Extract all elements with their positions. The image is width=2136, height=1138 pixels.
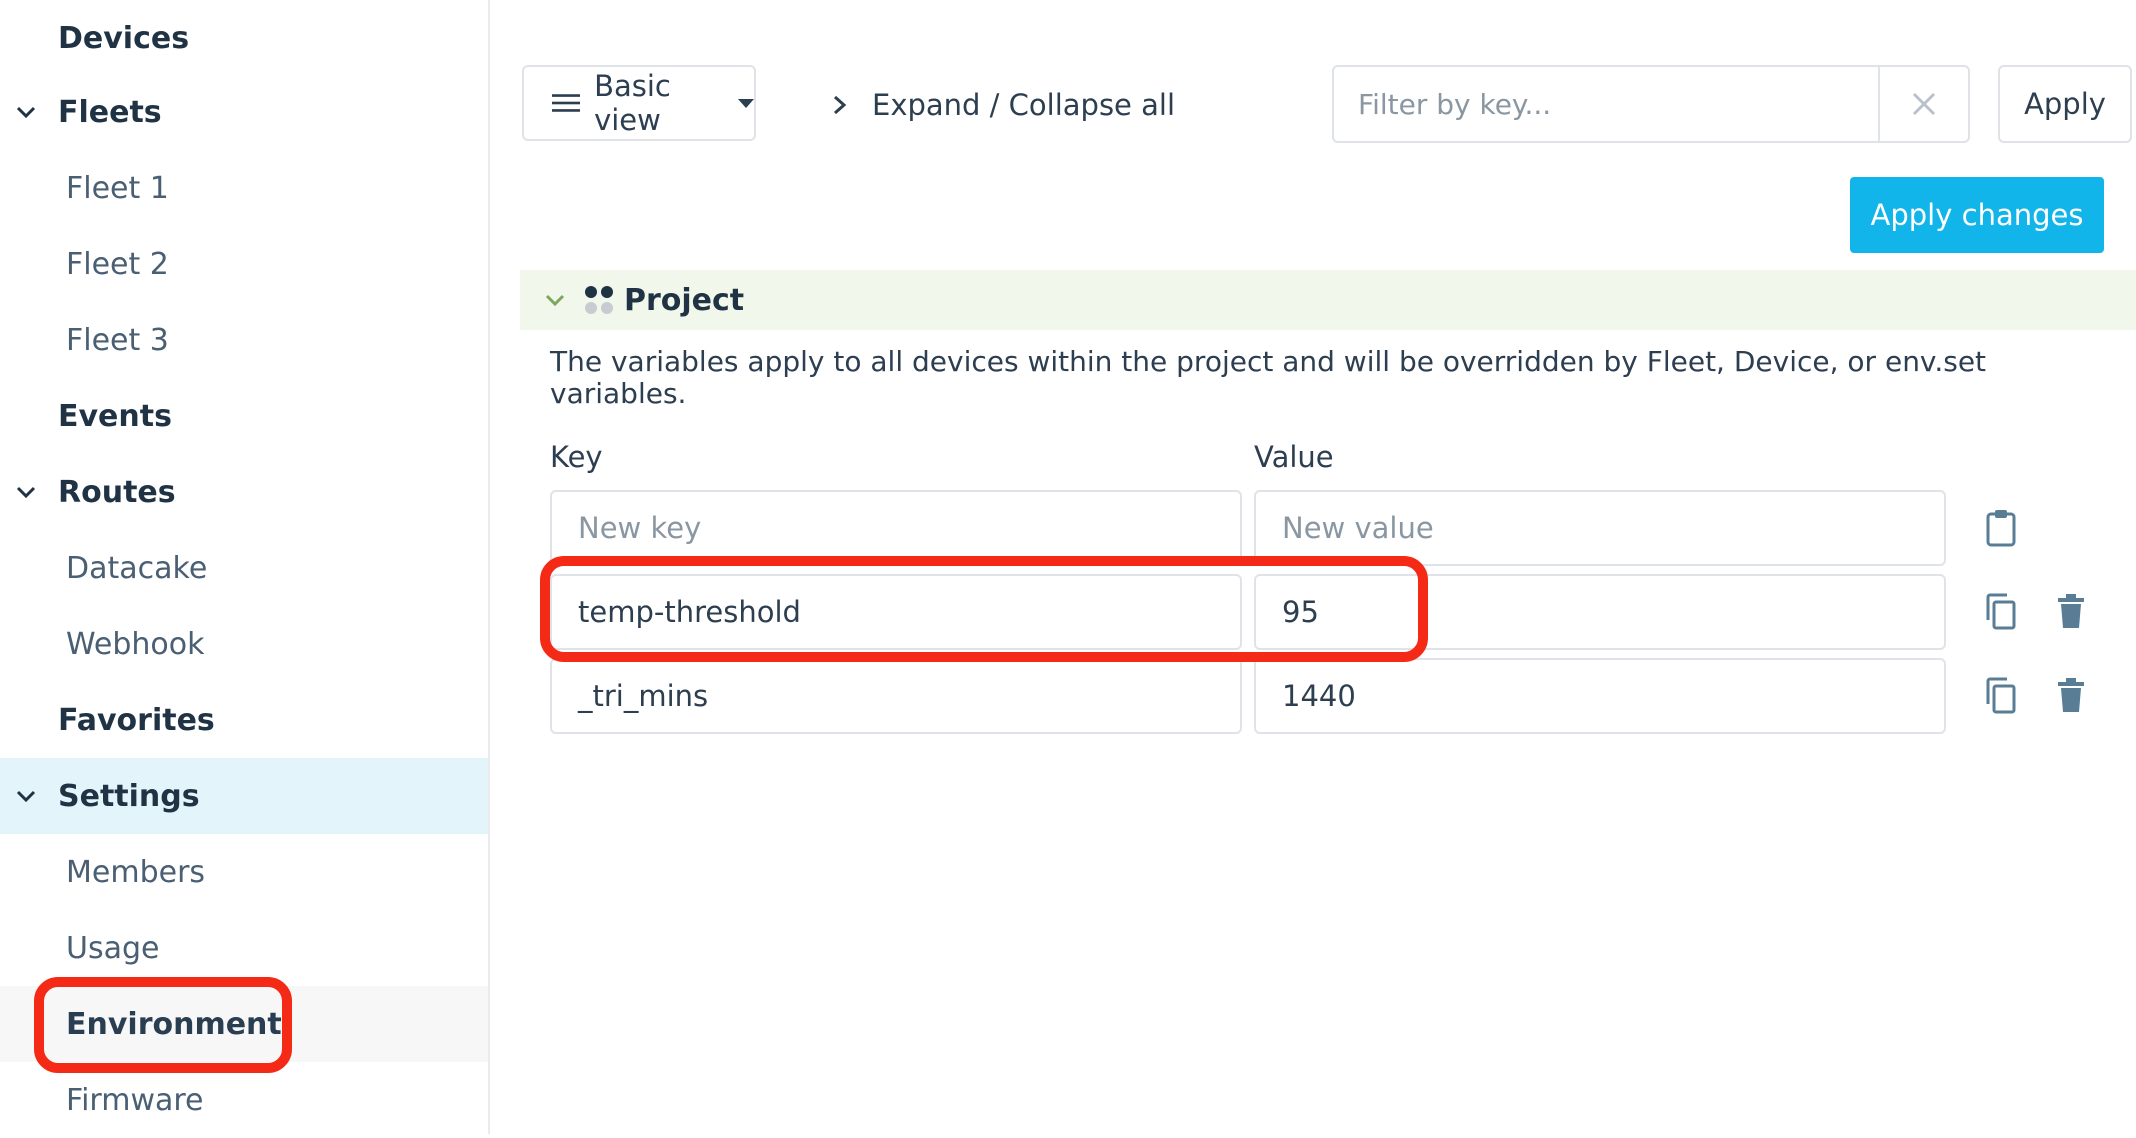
sidebar-item-label: Routes [58,474,176,510]
sidebar-item-fleet-2[interactable]: Fleet 2 [0,226,488,302]
env-key-field[interactable]: temp-threshold [550,574,1242,650]
trash-icon[interactable] [2054,592,2088,632]
basic-view-dropdown[interactable]: Basic view [522,65,756,141]
new-key-input[interactable]: New key [550,490,1242,566]
sidebar-item-label: Fleet 1 [66,170,169,206]
copy-icon[interactable] [1984,592,2018,632]
sidebar-item-favorites[interactable]: Favorites [0,682,488,758]
chevron-down-icon[interactable] [14,784,38,808]
filter-by-key-input[interactable] [1332,65,1880,143]
env-value-field[interactable]: 95 [1254,574,1946,650]
sidebar-item-devices[interactable]: Devices [0,0,488,76]
section-title: Project [624,282,745,318]
main-content: Basic view Expand / Collapse all Apply A… [490,0,2136,1134]
apply-changes-button[interactable]: Apply changes [1850,177,2104,253]
sidebar-item-firmware[interactable]: Firmware [0,1062,488,1138]
section-description: The variables apply to all devices withi… [550,345,1987,410]
sidebar-item-routes[interactable]: Routes [0,454,488,530]
sidebar-item-label: Favorites [58,702,215,738]
sidebar-item-label: Settings [58,778,200,814]
sidebar-item-label: Members [66,854,206,890]
chevron-down-icon[interactable] [14,100,38,124]
sidebar-item-members[interactable]: Members [0,834,488,910]
sidebar-item-label: Environment [66,1006,282,1042]
sidebar-item-label: Fleets [58,94,162,130]
copy-icon[interactable] [1984,676,2018,716]
project-section-header[interactable]: Project [520,270,2136,330]
sidebar-item-settings[interactable]: Settings [0,758,488,834]
sidebar: Devices Fleets Fleet 1 Fleet 2 Fleet 3 E… [0,0,490,1134]
sidebar-item-fleets[interactable]: Fleets [0,74,488,150]
sidebar-item-label: Datacake [66,550,208,586]
sidebar-item-label: Usage [66,930,160,966]
sidebar-item-label: Events [58,398,172,434]
sidebar-item-label: Fleet 3 [66,322,169,358]
sidebar-item-webhook[interactable]: Webhook [0,606,488,682]
sidebar-item-fleet-1[interactable]: Fleet 1 [0,150,488,226]
key-column-header: Key [550,440,603,474]
trash-icon[interactable] [2054,676,2088,716]
sidebar-item-fleet-3[interactable]: Fleet 3 [0,302,488,378]
clipboard-icon[interactable] [1984,508,2018,548]
new-value-input[interactable]: New value [1254,490,1946,566]
apply-button[interactable]: Apply [1998,65,2132,143]
expand-collapse-all-button[interactable]: Expand / Collapse all [830,80,1175,130]
sidebar-item-environment[interactable]: Environment [0,986,488,1062]
project-dots-icon [585,286,613,314]
chevron-right-icon [834,95,847,115]
chevron-down-icon[interactable] [14,480,38,504]
close-icon [1912,92,1936,116]
menu-icon [552,94,581,112]
env-key-field[interactable]: _tri_mins [550,658,1242,734]
env-value-field[interactable]: 1440 [1254,658,1946,734]
expand-collapse-label: Expand / Collapse all [872,88,1175,122]
sidebar-item-label: Devices [58,20,190,56]
sidebar-item-events[interactable]: Events [0,378,488,454]
clear-filter-button[interactable] [1878,65,1970,143]
sidebar-item-label: Webhook [66,626,205,662]
caret-down-icon [738,98,754,108]
sidebar-item-datacake[interactable]: Datacake [0,530,488,606]
chevron-down-icon[interactable] [544,290,566,310]
sidebar-item-label: Fleet 2 [66,246,169,282]
sidebar-item-label: Firmware [66,1082,204,1118]
sidebar-item-usage[interactable]: Usage [0,910,488,986]
value-column-header: Value [1254,440,1334,474]
basic-view-label: Basic view [594,69,671,137]
